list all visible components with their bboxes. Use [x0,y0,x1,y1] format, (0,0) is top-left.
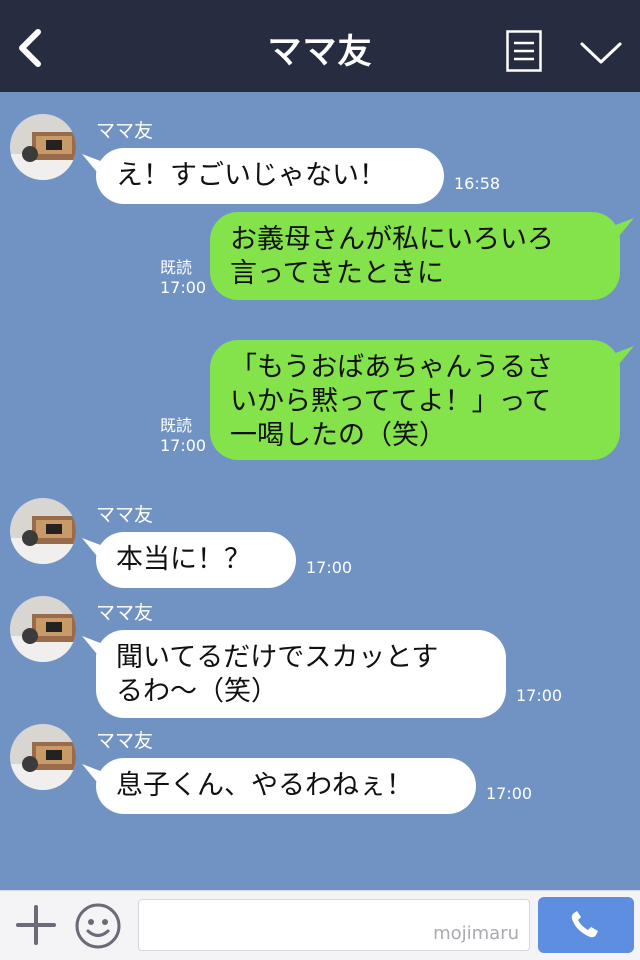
read-receipt: 既読 [160,258,193,277]
watermark-text: mojimaru [433,923,519,944]
message-time: 17:00 [516,686,563,705]
chat-area[interactable]: ママ友 え！すごいじゃない！ 16:58 既読 17:00 お義母さんが私にいろ… [0,92,640,890]
message-bubble-incoming[interactable]: 聞いてるだけでスカッとす るわ〜（笑） [96,630,506,718]
read-receipt: 既読 [160,416,193,435]
message-bubble-outgoing[interactable]: 「もうおばあちゃんうるさ いから黙っててよ！」って 一喝したの（笑） [210,340,620,460]
contact-avatar[interactable] [10,498,76,564]
contact-avatar[interactable] [10,596,76,662]
contact-avatar[interactable] [10,724,76,790]
smiley-icon[interactable] [74,902,122,950]
input-bar: mojimaru [0,890,640,960]
sender-name: ママ友 [96,120,154,142]
message-time: 17:00 [160,436,207,455]
phone-icon [571,911,598,938]
sender-name: ママ友 [96,504,154,526]
message-bubble-incoming[interactable]: え！すごいじゃない！ [96,148,444,204]
message-bubble-incoming[interactable]: 本当に！？ [96,532,296,588]
message-bubble-outgoing[interactable]: お義母さんが私にいろいろ 言ってきたときに [210,212,620,300]
message-time: 17:00 [160,278,207,297]
message-bubble-incoming[interactable]: 息子くん、やるわねぇ！ [96,758,476,814]
call-button[interactable] [538,897,634,953]
message-input[interactable]: mojimaru [138,899,530,951]
plus-icon[interactable] [14,903,58,947]
chat-header: ママ友 [0,0,640,92]
message-time: 17:00 [306,558,353,577]
menu-list-icon[interactable] [506,30,542,72]
sender-name: ママ友 [96,602,154,624]
message-time: 17:00 [486,784,533,803]
contact-avatar[interactable] [10,114,76,180]
chevron-down-icon[interactable] [578,36,624,68]
sender-name: ママ友 [96,730,154,752]
message-time: 16:58 [454,174,501,193]
chat-title: ママ友 [267,32,373,72]
